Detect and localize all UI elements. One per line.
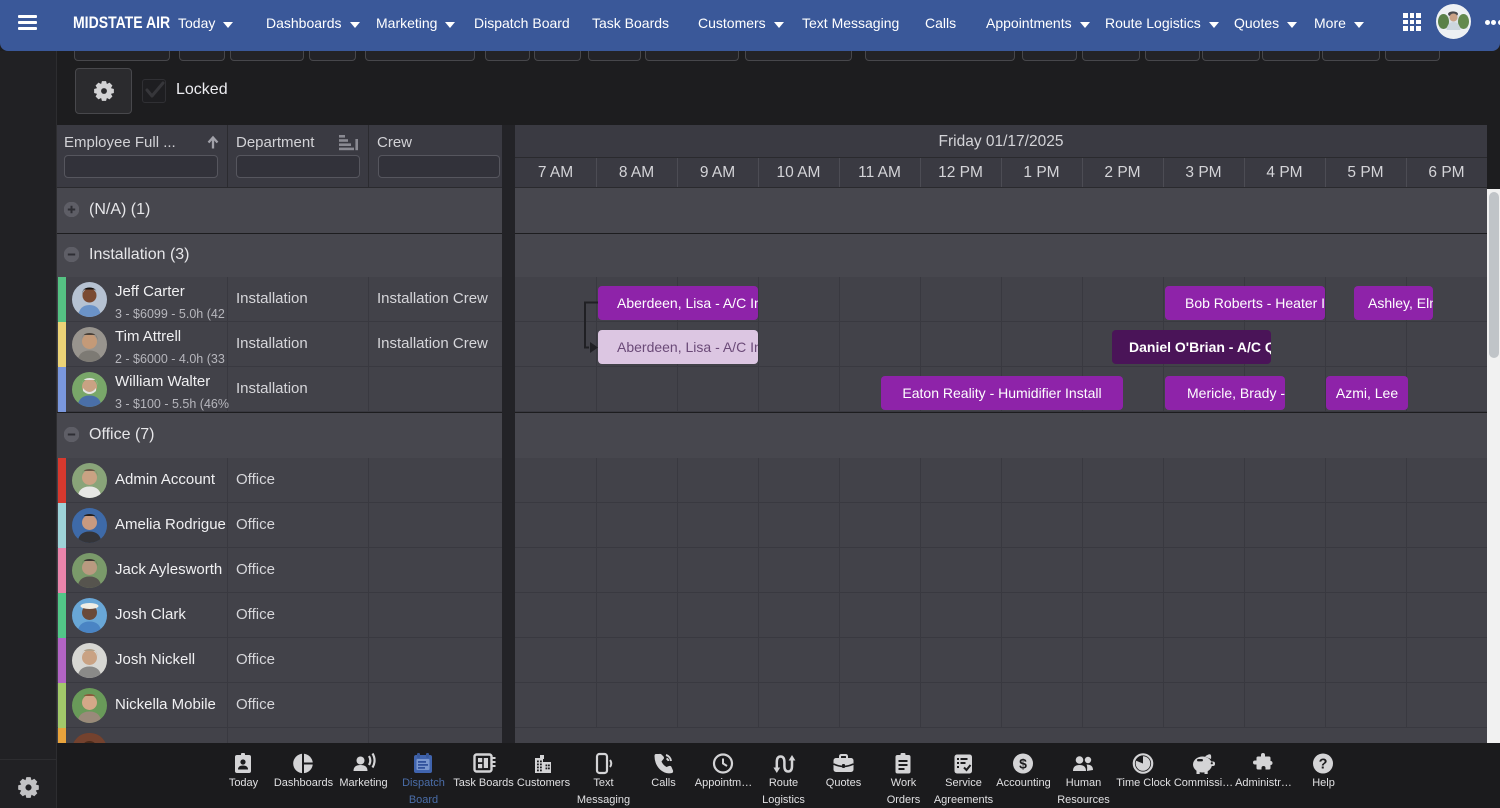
- svg-text:$: $: [1019, 756, 1027, 772]
- svg-text:?: ?: [1318, 757, 1327, 773]
